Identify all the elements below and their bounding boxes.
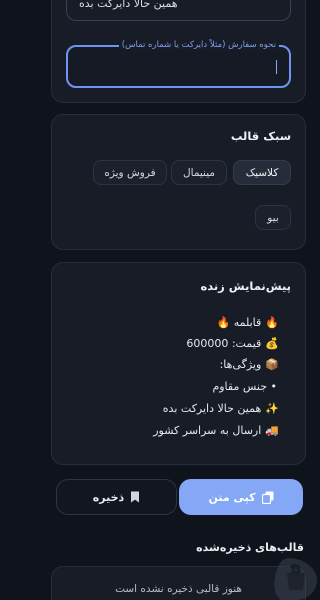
text-caret [276, 60, 277, 74]
preview-line-feature-item: • جنس مقاوم [212, 380, 277, 393]
saved-templates-title: قالب‌های ذخیره‌شده [196, 541, 304, 554]
post-form-card: همین حالا دایرکت بده نحوه سفارش (مثلاً د… [51, 0, 306, 103]
style-chip-bio[interactable]: بیو [255, 205, 291, 230]
fire-icon: 🔥 [265, 316, 279, 329]
preview-line-features: 📦ویژگی‌ها: [219, 358, 279, 371]
fire-icon: 🔥 [216, 316, 231, 329]
style-chip-minimal[interactable]: مینیمال [171, 160, 227, 185]
template-style-title: سبک قالب [230, 129, 291, 143]
sparkles-icon: ✨ [265, 402, 279, 415]
preview-line-shipping: 🚚ارسال به سراسر کشور [153, 424, 279, 437]
order-method-input[interactable]: نحوه سفارش (مثلاً دایرکت یا شماره تماس) [66, 40, 291, 88]
truck-icon: 🚚 [265, 424, 279, 437]
preview-line-title: 🔥قابلمه 🔥 [216, 316, 279, 329]
style-chip-classic[interactable]: کلاسیک [233, 160, 291, 185]
money-bag-icon: 💰 [265, 337, 279, 350]
cta-field[interactable]: همین حالا دایرکت بده [66, 0, 291, 21]
copy-button-label: کپی متن [208, 490, 256, 504]
app-screen: همین حالا دایرکت بده نحوه سفارش (مثلاً د… [35, 0, 320, 600]
live-preview-card: پیش‌نمایش زنده 🔥قابلمه 🔥 💰قیمت: 600000 📦… [51, 262, 306, 465]
store-watermark-logo [274, 558, 317, 600]
order-method-label: نحوه سفارش (مثلاً دایرکت یا شماره تماس) [118, 40, 279, 50]
saved-templates-empty-text: هنوز قالبی ذخیره نشده است [115, 583, 242, 595]
bookmark-icon [131, 491, 140, 503]
preview-line-cta: ✨همین حالا دایرکت بده [162, 402, 279, 415]
preview-line-price: 💰قیمت: 600000 [186, 337, 279, 350]
cta-field-value: همین حالا دایرکت بده [79, 0, 178, 10]
copy-icon [261, 491, 274, 504]
style-chip-special-sale[interactable]: فروش ویژه [93, 160, 167, 185]
save-button-label: ذخیره [92, 490, 125, 504]
template-style-card: سبک قالب کلاسیک مینیمال فروش ویژه بیو [51, 114, 306, 250]
live-preview-title: پیش‌نمایش زنده [200, 279, 291, 293]
saved-templates-card: هنوز قالبی ذخیره نشده است [51, 566, 306, 600]
package-icon: 📦 [265, 358, 279, 371]
copy-text-button[interactable]: کپی متن [179, 479, 303, 515]
save-button[interactable]: ذخیره [56, 479, 177, 515]
